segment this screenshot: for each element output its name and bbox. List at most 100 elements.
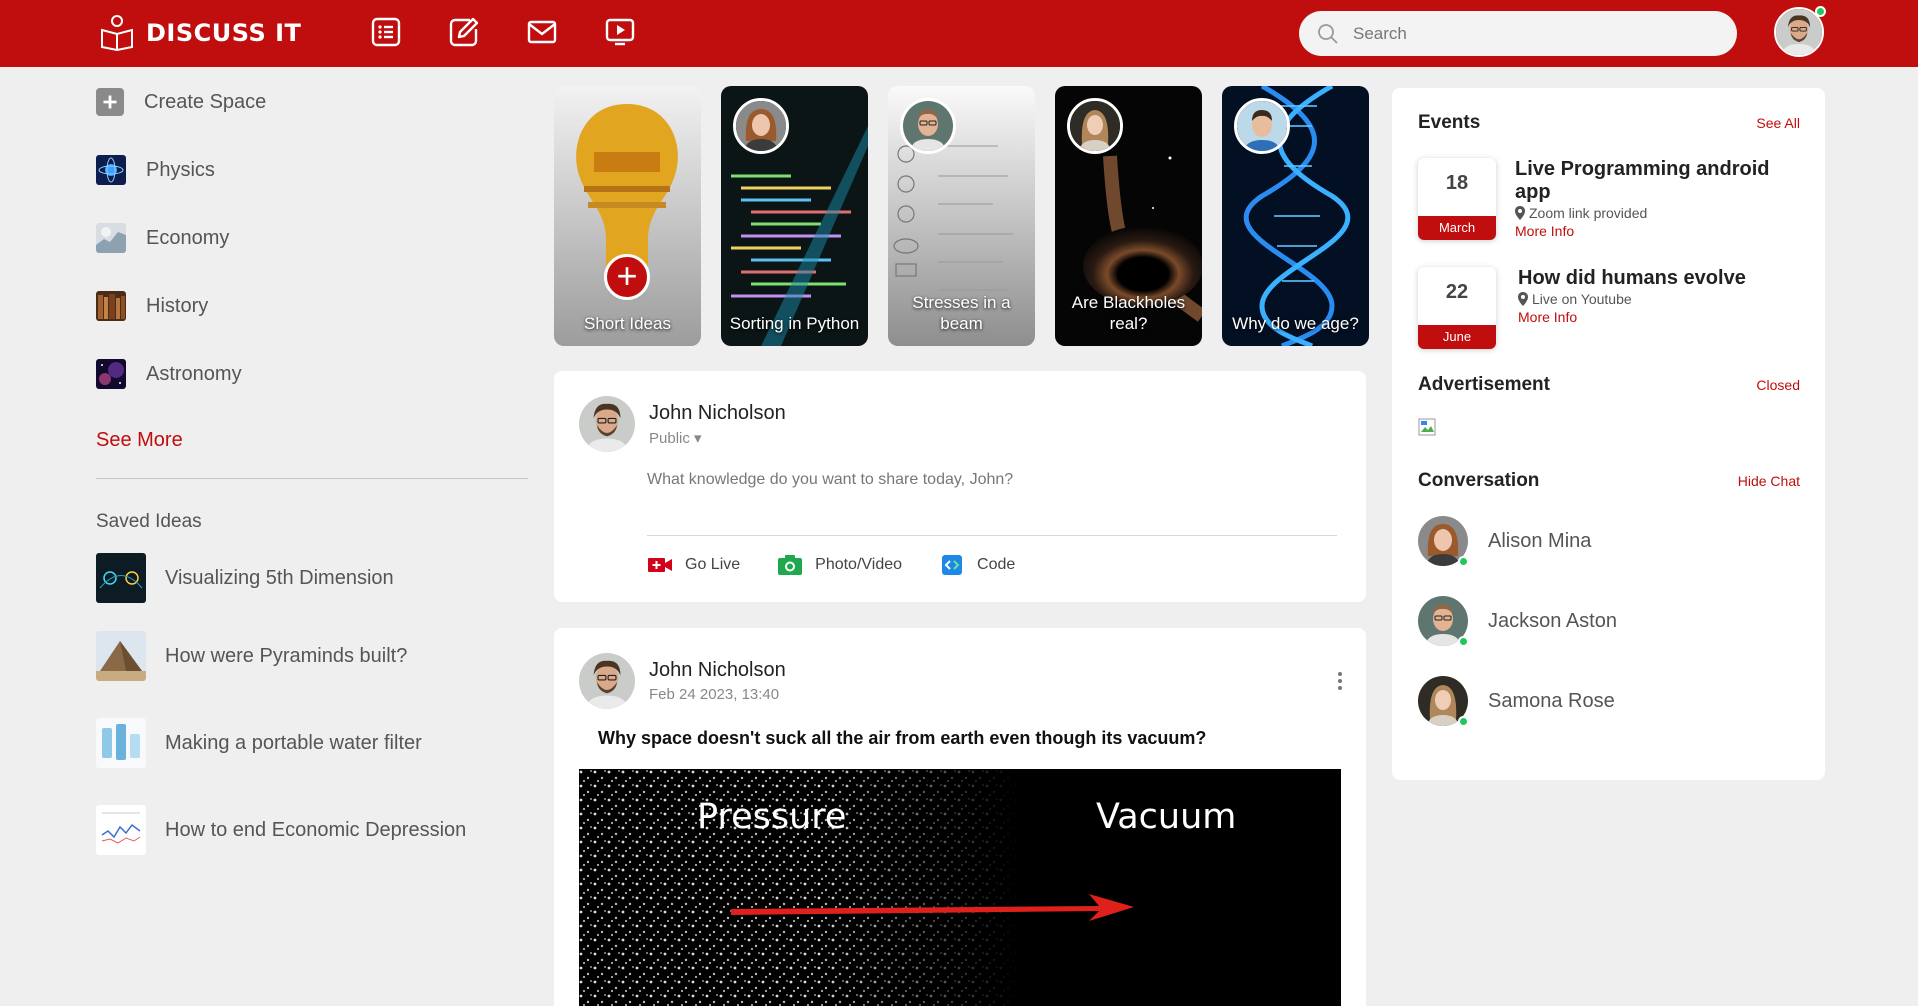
composer-author: John Nicholson Public ▾ [579,396,786,452]
search-bar[interactable] [1299,11,1737,56]
post-card: John Nicholson Feb 24 2023, 13:40 Why sp… [554,628,1366,1006]
image-caption-left: Pressure [697,797,847,837]
physics-thumbnail [96,155,126,185]
avatar [1418,596,1469,647]
video-camera-icon [648,558,672,572]
hide-chat-link[interactable]: Hide Chat [1738,473,1800,489]
event-day: 22 [1445,281,1469,303]
contact-name: Alison Mina [1488,529,1592,552]
story-card[interactable]: Why do we age? [1222,86,1369,346]
post-timestamp: Feb 24 2023, 13:40 [649,686,780,703]
profile-avatar[interactable] [1774,6,1826,57]
saved-idea-item[interactable]: Making a portable water filter [96,718,528,768]
event-location-text: Live on Youtube [1532,291,1632,307]
add-story-button[interactable]: + [604,254,650,300]
contact-item[interactable]: Alison Mina [1418,516,1592,567]
brand-name: DISCUSS IT [146,19,302,47]
saved-idea-item[interactable]: Visualizing 5th Dimension [96,553,528,603]
post-image[interactable]: Pressure Vacuum [579,769,1341,1006]
author-name: John Nicholson [649,659,786,681]
video-icon[interactable] [604,16,636,48]
saved-idea-thumbnail [96,805,146,855]
photo-video-button[interactable]: Photo/Video [777,554,902,576]
go-live-button[interactable]: Go Live [647,554,740,576]
sidebar-divider [96,478,528,479]
avatar [579,396,635,452]
sidebar-item-label: Astronomy [146,362,242,385]
saved-idea-label: How to end Economic Depression [165,818,467,841]
action-label: Photo/Video [815,556,903,573]
sidebar-item-astronomy[interactable]: Astronomy [96,352,528,396]
search-icon [1318,23,1338,44]
more-info-link[interactable]: More Info [1515,223,1785,239]
contact-item[interactable]: Samona Rose [1418,676,1615,727]
plus-icon [96,88,124,116]
sidebar-item-create-space[interactable]: Create Space [96,80,528,124]
author-name: John Nicholson [649,401,786,424]
avatar [1418,676,1469,727]
conversation-title: Conversation [1418,470,1540,491]
close-ad-link[interactable]: Closed [1756,377,1800,393]
saved-idea-item[interactable]: How were Pyraminds built? [96,631,528,681]
online-status-indicator [1458,556,1469,567]
sidebar-item-physics[interactable]: Physics [96,148,528,192]
see-more-link[interactable]: See More [96,420,528,460]
sidebar-item-label: History [146,294,209,317]
event-item[interactable]: 22 June How did humans evolve Live on Yo… [1418,267,1788,349]
event-title: Live Programming android app [1515,158,1770,203]
sidebar-item-label: Create Space [144,90,267,113]
visibility-selector[interactable]: Public ▾ [649,429,786,447]
story-author-avatar [1067,98,1123,154]
story-label: Stresses in a beam [912,293,1011,333]
event-item[interactable]: 18 March Live Programming android app Zo… [1418,158,1785,240]
sidebar-item-history[interactable]: History [96,284,528,328]
composer-input[interactable] [647,471,1337,489]
more-info-link[interactable]: More Info [1518,309,1788,325]
event-location: Live on Youtube [1518,291,1788,307]
caret-down-icon: ▾ [694,429,702,447]
feed-list-icon[interactable] [370,16,402,48]
story-card[interactable]: + Short Ideas [554,86,701,346]
camera-icon [778,555,803,575]
story-card[interactable]: Stresses in a beam [888,86,1035,346]
event-date: 18 March [1418,158,1496,240]
conversation-header: Conversation Hide Chat [1418,470,1800,492]
story-author-avatar [1234,98,1290,154]
contact-item[interactable]: Jackson Aston [1418,596,1617,647]
contact-name: Jackson Aston [1488,609,1617,632]
saved-idea-label: How were Pyraminds built? [165,644,408,667]
location-pin-icon [1518,292,1528,306]
left-sidebar: Create Space Physics Economy History Ast… [96,80,528,855]
advertisement-header: Advertisement Closed [1418,374,1800,396]
visibility-value: Public [649,429,690,447]
action-label: Go Live [685,556,741,573]
see-all-link[interactable]: See All [1756,115,1800,131]
more-options-icon[interactable] [1336,670,1344,692]
event-month: March [1418,216,1496,240]
astronomy-thumbnail [96,359,126,389]
code-button[interactable]: Code [939,554,1015,576]
sidebar-item-economy[interactable]: Economy [96,216,528,260]
contact-name: Samona Rose [1488,689,1615,712]
sidebar-item-label: Physics [146,158,215,181]
story-card[interactable]: Sorting in Python [721,86,868,346]
avatar [579,653,635,709]
story-card[interactable]: Are Blackholes real? [1055,86,1202,346]
reading-person-icon [101,15,133,52]
composer-divider [647,535,1337,536]
saved-idea-thumbnail [96,718,146,768]
sidebar-item-label: Economy [146,226,230,249]
mail-icon[interactable] [526,16,558,48]
post-title: Why space doesn't suck all the air from … [598,728,1207,748]
search-input[interactable] [1353,23,1713,44]
saved-idea-label: Making a portable water filter [165,731,422,754]
edit-icon[interactable] [448,16,480,48]
saved-idea-item[interactable]: How to end Economic Depression [96,805,528,855]
code-icon [942,555,963,575]
online-status-indicator [1458,636,1469,647]
saved-idea-label: Visualizing 5th Dimension [165,566,394,589]
brand-logo[interactable]: DISCUSS IT [98,14,301,52]
economy-thumbnail [96,223,126,253]
story-label: Sorting in Python [729,314,860,333]
saved-idea-thumbnail [96,631,146,681]
